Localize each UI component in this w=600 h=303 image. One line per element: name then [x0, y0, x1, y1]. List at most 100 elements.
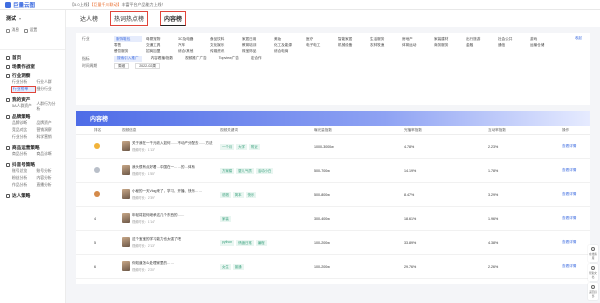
metric-option[interactable]: 搜索引入推广: [114, 55, 142, 62]
sidebar-item[interactable]: 粉丝分析: [12, 176, 35, 181]
sidebar-item[interactable]: 细分行业: [37, 87, 60, 92]
keyword-tag[interactable]: 编程: [255, 239, 267, 246]
metric-option[interactable]: 定合作: [248, 56, 265, 62]
keyword-tag[interactable]: 女生: [220, 263, 231, 270]
sidebar-item[interactable]: 人群行为分析: [37, 102, 60, 111]
tab-hot-words-ranking[interactable]: 热词热点榜: [110, 11, 149, 26]
header-exposure-index[interactable]: 曝光量指数: [314, 128, 404, 133]
video-thumbnail[interactable]: [122, 213, 130, 224]
sidebar-item[interactable]: 行业榜单: [11, 86, 36, 93]
video-thumbnail[interactable]: [122, 141, 130, 152]
keyword-tag[interactable]: 简本: [232, 191, 244, 198]
view-details-link[interactable]: 查看详情: [558, 192, 590, 197]
view-details-link[interactable]: 查看详情: [558, 264, 590, 269]
sidebar-item[interactable]: 直播分析: [37, 183, 60, 188]
video-info[interactable]: 这个宝宝的学习能力也太强了吧 视频时长：2'13": [122, 237, 220, 248]
industry-option[interactable]: 综合/其他: [178, 48, 210, 54]
video-info[interactable]: 小秘的一天Vlog来了，学习、开播、快乐…… 视频时长：2'39": [122, 189, 220, 200]
industry-option[interactable]: 餐饮服务: [114, 48, 146, 54]
video-info[interactable]: 年轻将如何继承这几个东西的…… 视频时长：1'14": [122, 213, 220, 224]
sidebar-item[interactable]: 科学营销: [37, 135, 60, 140]
keyword-tag[interactable]: 附近: [248, 143, 260, 150]
industry-option[interactable]: 机械设备: [338, 42, 370, 48]
sidebar-section[interactable]: 抖音号策略: [0, 160, 65, 169]
industry-option[interactable]: 招商加盟: [146, 48, 178, 54]
keyword-tag[interactable]: 活动小白: [255, 167, 274, 174]
keyword-tag[interactable]: 情绪日常: [236, 239, 254, 246]
view-details-link[interactable]: 查看详情: [558, 216, 590, 221]
keyword-tag[interactable]: 普通: [232, 263, 244, 270]
tab-creator-ranking[interactable]: 达人榜: [80, 14, 98, 27]
video-info[interactable]: 我头很有点好看…中国在一……的…体系 视频时长：1'55": [122, 165, 220, 176]
sidebar-item[interactable]: 内容分析: [37, 176, 60, 181]
sidebar-item[interactable]: 作品分析: [12, 183, 35, 188]
header-completion-index[interactable]: 完播率指数: [404, 128, 488, 133]
keyword-tag[interactable]: 一个月: [220, 143, 235, 150]
tab-content-ranking[interactable]: 内容榜: [160, 11, 187, 26]
video-thumbnail[interactable]: [122, 237, 130, 248]
industry-option[interactable]: 商务服务: [434, 42, 466, 48]
sidebar-section[interactable]: 行业洞察: [0, 71, 65, 80]
floating-tool-button[interactable]: 帮助文档: [588, 264, 598, 281]
sidebar-section[interactable]: 商品运营策略: [0, 143, 65, 152]
floating-tool-button[interactable]: 在线客服: [588, 245, 598, 262]
section-icon: [6, 97, 10, 102]
industry-option[interactable]: 电子电工: [306, 42, 338, 48]
sidebar-item[interactable]: 行业分析: [12, 80, 35, 85]
industry-option[interactable]: 传媒资讯: [210, 48, 242, 54]
sidebar-item[interactable]: 竞品对比: [12, 128, 35, 133]
view-details-link[interactable]: 查看详情: [558, 144, 590, 149]
video-duration: 视频时长：1'55": [132, 171, 155, 176]
sidebar-section[interactable]: 场景作战室: [0, 62, 65, 71]
collapse-toggle[interactable]: 收起: [575, 36, 582, 41]
sidebar-section[interactable]: 首页: [0, 53, 65, 62]
keyword-tag[interactable]: 快乐: [245, 191, 257, 198]
floating-tool-button[interactable]: 返回顶部: [588, 283, 598, 300]
video-info[interactable]: 关于我在一千元收入如何……不动产分配去……方法 视频时长：1'13": [122, 141, 220, 152]
sidebar-item[interactable]: 账号总览: [12, 169, 35, 174]
keyword-tag[interactable]: 家装: [220, 215, 231, 222]
view-details-link[interactable]: 查看详情: [558, 240, 590, 245]
keyword-tag[interactable]: python: [220, 239, 235, 246]
industry-option[interactable]: 珠宝饰品: [242, 48, 274, 54]
settings-link[interactable]: 设置: [24, 28, 37, 33]
industry-option[interactable]: 通信: [498, 42, 530, 48]
header-interaction-index[interactable]: 互动率指数: [488, 128, 558, 133]
rank-cell: 1: [76, 143, 122, 150]
messages-link[interactable]: 消息: [6, 28, 19, 33]
metric-option[interactable]: 视频推广广告: [182, 56, 210, 62]
video-info[interactable]: 你知道怎么处理家里的…… 视频时长：2'20": [122, 261, 220, 272]
sidebar-item[interactable]: 商品分析: [12, 152, 35, 157]
video-thumbnail[interactable]: [122, 165, 130, 176]
sidebar-item[interactable]: 5A人群资产: [12, 104, 35, 109]
rank-cell: 4: [76, 217, 122, 221]
date-picker[interactable]: 2022-02周: [135, 63, 160, 69]
keyword-tag[interactable]: 说唱: [220, 191, 231, 198]
sidebar-item[interactable]: 账号分析: [37, 169, 60, 174]
video-thumbnail[interactable]: [122, 261, 130, 272]
sidebar-item[interactable]: 营销洞察: [37, 128, 60, 133]
keyword-tag[interactable]: 大学: [236, 143, 247, 150]
industry-option[interactable]: 运输仓储: [530, 42, 562, 48]
sidebar-section[interactable]: 达人策略: [0, 191, 65, 200]
sidebar-item[interactable]: 商品诊断: [37, 152, 60, 157]
keyword-tag[interactable]: 方案模: [220, 167, 235, 174]
logo[interactable]: 巨量云图: [0, 1, 66, 9]
view-details-link[interactable]: 查看详情: [558, 168, 590, 173]
keyword-tag[interactable]: 婴儿气质: [236, 167, 254, 174]
sidebar-section[interactable]: 品牌策略: [0, 112, 65, 121]
account-switcher[interactable]: 测试 ▾: [6, 15, 59, 22]
industry-option[interactable]: 体育运动: [402, 42, 434, 48]
period-select[interactable]: 周维: [114, 63, 130, 69]
industry-option[interactable]: 综合电商: [274, 48, 306, 54]
sidebar-item[interactable]: 行业分析: [12, 135, 35, 140]
industry-option[interactable]: 农林牧渔: [370, 42, 402, 48]
metric-option[interactable]: Topview广告: [216, 56, 242, 62]
industry-option[interactable]: 金融: [466, 42, 498, 48]
announcement-bar[interactable]: 【5.0上线】【巨量千川联动】丰富平台产品能力上线！: [70, 2, 166, 8]
metric-option[interactable]: 内容看播/指数: [148, 56, 177, 62]
video-thumbnail[interactable]: [122, 189, 130, 200]
sidebar-item[interactable]: 品牌诊断: [12, 121, 35, 126]
sidebar-item[interactable]: 行业人群: [37, 80, 60, 85]
sidebar-item[interactable]: 品牌资产: [37, 121, 60, 126]
